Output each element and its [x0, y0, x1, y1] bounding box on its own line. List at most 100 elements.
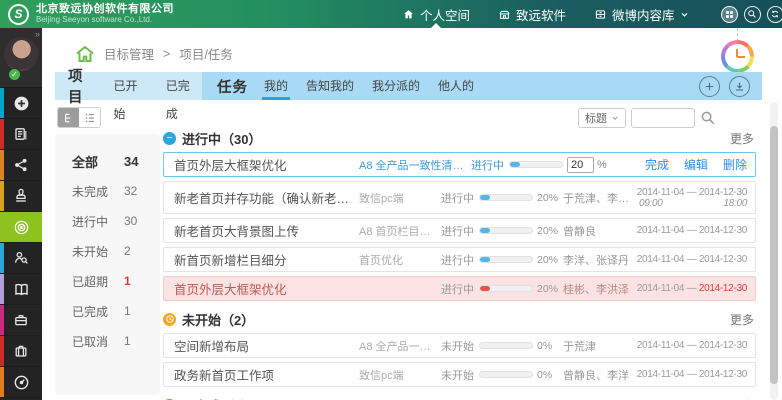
task-project: 致信pc端	[359, 367, 441, 383]
tab-project-finished[interactable]: 已完成	[164, 72, 202, 100]
task-row-overdue[interactable]: 首页外层大框架优化 进行中 20% 桂彬、李洪泽 2014-11-04 — 20…	[163, 276, 756, 301]
tab-task-informed[interactable]: 告知我的	[304, 72, 356, 100]
task-dates: 2014-11-04 — 2014-12-30	[633, 369, 747, 380]
stripe	[0, 367, 4, 397]
scrollbar-track[interactable]	[770, 102, 778, 400]
sidebar-item-goal-management[interactable]	[0, 212, 42, 243]
sidebar-item-gauge[interactable]	[0, 367, 42, 398]
sidebar-item-news[interactable]	[0, 119, 42, 150]
list-view-button[interactable]	[79, 108, 100, 127]
sidebar-profile: » ✓	[0, 28, 42, 88]
filter-field-label: 标题	[585, 110, 607, 126]
count-cancelled[interactable]: 已取消1	[72, 326, 160, 356]
clock-widget	[721, 40, 754, 73]
nav-weibo-library[interactable]: 微博内容库	[582, 0, 701, 28]
sidebar-item-briefcase[interactable]	[0, 305, 42, 336]
percent-input[interactable]	[567, 157, 594, 173]
top-nav: 个人空间 致远软件 微博内容库	[390, 0, 701, 28]
task-status: 进行中	[471, 157, 509, 173]
online-status-badge: ✓	[8, 68, 21, 81]
count-unfinished[interactable]: 未完成32	[72, 176, 160, 206]
clock-status-icon[interactable]	[163, 313, 176, 326]
progress-percent: 20%	[537, 254, 563, 266]
home-outline-icon[interactable]	[75, 45, 95, 63]
task-assignees: 曾静良、李洋	[563, 367, 633, 383]
nav-seeyon-software[interactable]: 致远软件	[486, 0, 578, 28]
brand: S 北京致远协创软件有限公司 Beijing Seeyon software C…	[0, 4, 250, 25]
progress-percent: 0%	[537, 340, 563, 352]
sidebar-item-stamp[interactable]	[0, 181, 42, 212]
task-assignees: 曾静良	[563, 223, 633, 239]
tab-task-assigned-by-me[interactable]: 我分派的	[370, 72, 422, 100]
task-row[interactable]: 首页外层大框架优化 A8 全产品一致性清理... 进行中 % 完成 编辑 删除	[163, 152, 756, 177]
sidebar-item-contacts[interactable]	[0, 243, 42, 274]
search-input[interactable]	[631, 108, 695, 128]
section-title: 已完成（1）	[182, 396, 254, 400]
progress-bar	[479, 227, 533, 234]
cabinet-icon	[594, 8, 607, 21]
add-task-button[interactable]	[699, 76, 720, 97]
count-all[interactable]: 全部34	[72, 146, 160, 176]
nav-personal-space[interactable]: 个人空间	[390, 0, 482, 28]
count-overdue[interactable]: 已超期1	[72, 266, 160, 296]
more-link[interactable]: 更多	[730, 311, 756, 328]
tab-task-mine[interactable]: 我的	[262, 72, 290, 100]
status-counts-panel: 全部34 未完成32 进行中30 未开始2 已超期1 已完成1 已取消1	[55, 134, 160, 395]
progress-fill	[480, 195, 490, 200]
task-list: − 进行中（30） 更多 首页外层大框架优化 A8 全产品一致性清理... 进行…	[163, 128, 756, 400]
end-time: 18:00	[723, 198, 747, 209]
chevron-down-icon	[680, 10, 689, 19]
count-completed[interactable]: 已完成1	[72, 296, 160, 326]
tree-view-button[interactable]	[58, 108, 79, 127]
more-link[interactable]: 更多	[730, 397, 756, 400]
breadcrumb-section[interactable]: 目标管理	[104, 44, 154, 63]
sync-icon[interactable]	[767, 6, 782, 23]
user-avatar[interactable]	[4, 37, 38, 71]
more-link[interactable]: 更多	[730, 130, 756, 147]
left-sidebar: » ✓	[0, 28, 42, 400]
building-icon	[498, 8, 511, 21]
task-row[interactable]: 新首页新增栏目细分 首页优化 进行中 20% 李洋、张译丹 2014-11-04…	[163, 247, 756, 272]
apps-icon[interactable]	[721, 6, 738, 23]
gauge-icon	[13, 374, 30, 391]
task-assignees: 于荒津、李平、张...	[563, 190, 633, 206]
task-row[interactable]: 政务新首页工作项 致信pc端 未开始 0% 曾静良、李洋 2014-11-04 …	[163, 362, 756, 387]
target-icon	[13, 219, 30, 236]
task-dates: 2014-11-04 — 2014-12-30	[633, 225, 747, 236]
tab-project-started[interactable]: 已开始	[111, 72, 149, 100]
stripe	[0, 150, 4, 180]
task-row[interactable]: 新老首页并存功能（确认新老框架切换的方式） 致信pc端 进行中 20% 于荒津、…	[163, 181, 756, 214]
sidebar-item-suitcase[interactable]	[0, 336, 42, 367]
count-not-started[interactable]: 未开始2	[72, 236, 160, 266]
task-label: 任务	[217, 76, 248, 97]
date-start: 2014-11-04 —	[637, 283, 699, 294]
task-project: 致信pc端	[359, 190, 441, 206]
export-button[interactable]	[729, 76, 750, 97]
sidebar-item-add[interactable]	[0, 88, 42, 119]
delete-link[interactable]: 删除	[723, 156, 747, 173]
progress-bar	[479, 285, 533, 292]
finish-link[interactable]: 完成	[645, 156, 669, 173]
progress-bar	[479, 342, 533, 349]
task-row[interactable]: 空间新增布局 A8 全产品一致性清理... 未开始 0% 于荒津 2014-11…	[163, 333, 756, 358]
tab-task-others[interactable]: 他人的	[436, 72, 476, 100]
filter-field-dropdown[interactable]: 标题	[578, 108, 626, 128]
progress-bar	[479, 371, 533, 378]
sidebar-item-share[interactable]	[0, 150, 42, 181]
sidebar-item-book[interactable]	[0, 274, 42, 305]
breadcrumb-page: 项目/任务	[179, 44, 232, 63]
collapse-icon[interactable]: −	[163, 132, 176, 145]
edit-link[interactable]: 编辑	[684, 156, 708, 173]
company-name-cn: 北京致远协创软件有限公司	[36, 4, 174, 16]
task-row[interactable]: 新老首页大背景图上传 A8 首页栏目优化 进行中 20% 曾静良 2014-11…	[163, 218, 756, 243]
task-project-link[interactable]: A8 全产品一致性清理...	[359, 157, 471, 173]
search-icon[interactable]	[744, 6, 761, 23]
progress-fill	[480, 228, 490, 233]
search-submit-icon[interactable]	[700, 110, 716, 126]
scrollbar-thumb[interactable]	[770, 126, 778, 384]
expand-sidebar-chevrons[interactable]: »	[35, 29, 39, 39]
count-in-progress[interactable]: 进行中30	[72, 206, 160, 236]
chevron-down-icon	[611, 114, 619, 122]
plus-circle-icon	[13, 95, 30, 112]
seeyon-logo-icon: S	[8, 4, 29, 25]
